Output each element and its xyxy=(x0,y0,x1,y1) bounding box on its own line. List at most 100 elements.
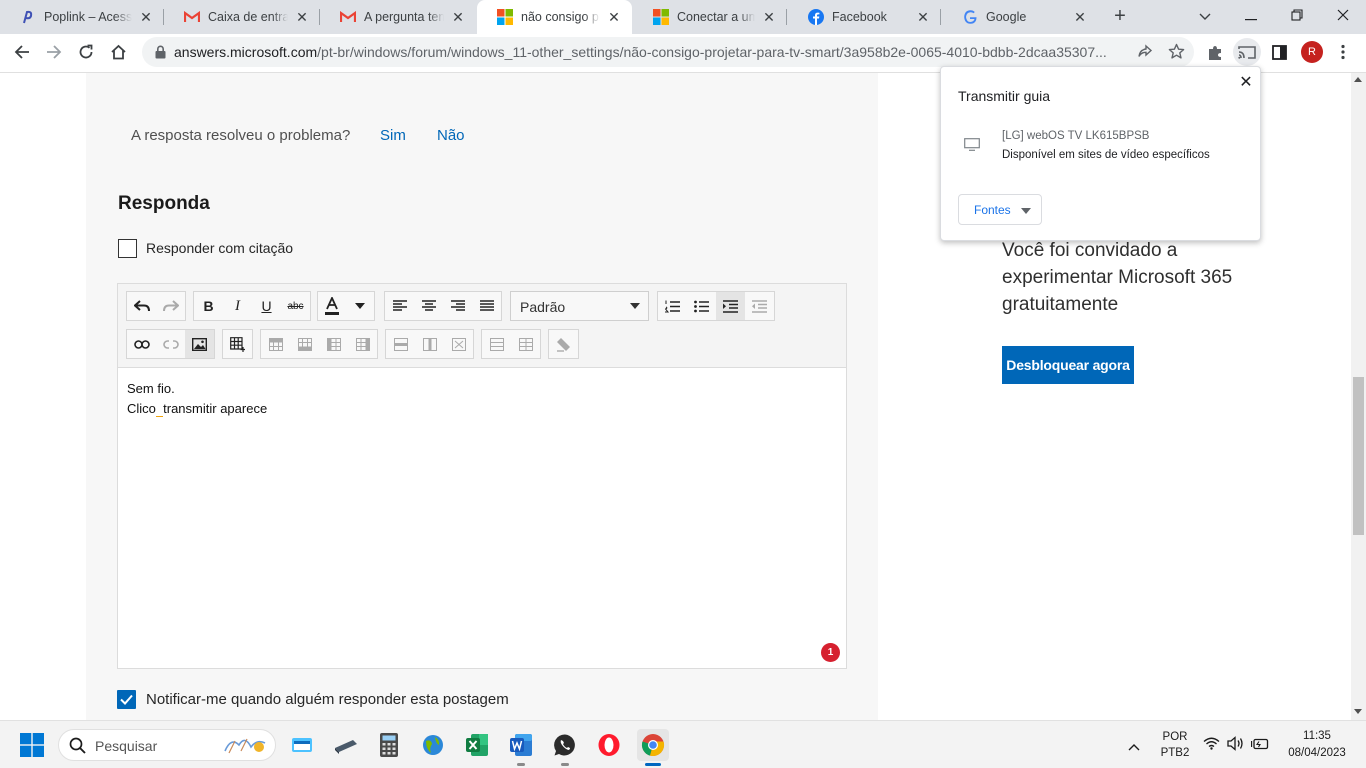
wifi-icon[interactable] xyxy=(1203,737,1220,753)
clock-time[interactable]: 11:35 xyxy=(1280,730,1354,742)
close-icon[interactable]: ✕ xyxy=(1237,74,1255,92)
home-button[interactable] xyxy=(104,38,132,66)
merge-cells-icon[interactable] xyxy=(482,330,511,358)
input-language[interactable]: POR xyxy=(1158,731,1192,743)
tab-gmail-inbox[interactable]: Caixa de entrada ✕ xyxy=(164,0,320,34)
bold-icon[interactable]: B xyxy=(194,292,223,320)
new-tab-button[interactable]: + xyxy=(1108,5,1132,29)
split-cells-icon[interactable] xyxy=(511,330,540,358)
battery-icon[interactable] xyxy=(1250,738,1269,753)
close-icon[interactable]: ✕ xyxy=(915,9,931,25)
tab-search-button[interactable] xyxy=(1182,0,1228,34)
insert-table-icon[interactable] xyxy=(223,330,252,358)
redo-icon[interactable] xyxy=(156,292,185,320)
notify-me-label[interactable]: Notificar-me quando alguém responder est… xyxy=(146,691,509,708)
strikethrough-icon[interactable]: abc xyxy=(281,292,310,320)
image-icon[interactable] xyxy=(185,330,214,358)
start-button[interactable] xyxy=(16,729,48,761)
chrome-app[interactable] xyxy=(637,729,669,761)
scroll-down-icon[interactable] xyxy=(1354,709,1362,714)
align-left-icon[interactable] xyxy=(385,292,414,320)
file-explorer-app[interactable] xyxy=(286,729,318,761)
helpful-yes-link[interactable]: Sim xyxy=(380,127,406,144)
keyboard-layout[interactable]: PTB2 xyxy=(1158,747,1192,759)
clock-date[interactable]: 08/04/2023 xyxy=(1280,747,1354,759)
close-icon[interactable]: ✕ xyxy=(294,9,310,25)
insert-column-right-icon[interactable] xyxy=(348,330,377,358)
undo-icon[interactable] xyxy=(127,292,156,320)
paragraph-style-select[interactable]: Padrão xyxy=(510,291,649,321)
close-icon[interactable]: ✕ xyxy=(761,9,777,25)
lock-icon[interactable] xyxy=(155,45,166,62)
extensions-button[interactable] xyxy=(1201,38,1229,66)
cast-device-name[interactable]: [LG] webOS TV LK615BPSB xyxy=(1002,130,1149,142)
tab-facebook[interactable]: Facebook ✕ xyxy=(788,0,941,34)
back-button[interactable] xyxy=(8,38,36,66)
close-icon[interactable]: ✕ xyxy=(1072,9,1088,25)
cast-sources-button[interactable]: Fontes xyxy=(958,194,1042,225)
clear-formatting-icon[interactable] xyxy=(549,330,578,358)
outdent-icon[interactable] xyxy=(745,292,774,320)
helpful-no-link[interactable]: Não xyxy=(437,127,465,144)
indent-icon[interactable] xyxy=(716,292,745,320)
whatsapp-icon xyxy=(554,734,575,756)
tab-active-microsoft-answers[interactable]: não consigo proj ✕ xyxy=(477,0,632,34)
editor-content[interactable]: Sem fio. Clico transmitir aparece xyxy=(127,379,267,419)
reload-button[interactable] xyxy=(72,38,100,66)
unlock-now-button[interactable]: Desbloquear agora xyxy=(1002,346,1134,384)
whatsapp-app[interactable] xyxy=(549,729,581,761)
bookmark-star-icon[interactable] xyxy=(1168,43,1185,63)
notify-me-checkbox[interactable] xyxy=(117,690,136,709)
side-panel-button[interactable] xyxy=(1265,38,1293,66)
delete-row-icon[interactable] xyxy=(386,330,415,358)
restore-button[interactable] xyxy=(1274,0,1320,34)
volume-icon[interactable] xyxy=(1227,736,1244,754)
close-icon[interactable]: ✕ xyxy=(606,9,622,25)
cast-button[interactable] xyxy=(1233,38,1261,66)
close-window-button[interactable] xyxy=(1320,0,1366,34)
notification-badge[interactable]: 1 xyxy=(821,643,840,662)
close-icon[interactable]: ✕ xyxy=(450,9,466,25)
menu-button[interactable] xyxy=(1329,38,1357,66)
tab-gmail-question[interactable]: A pergunta tem u ✕ xyxy=(320,0,476,34)
bullet-list-icon[interactable] xyxy=(687,292,716,320)
link-icon[interactable] xyxy=(127,330,156,358)
reply-with-quote-checkbox[interactable] xyxy=(118,239,137,258)
unlink-icon[interactable] xyxy=(156,330,185,358)
tab-google[interactable]: Google ✕ xyxy=(942,0,1098,34)
insert-column-left-icon[interactable] xyxy=(319,330,348,358)
tab-poplink[interactable]: Poplink – Acesse ✕ xyxy=(0,0,164,34)
word-app[interactable] xyxy=(505,729,537,761)
numbered-list-icon[interactable] xyxy=(658,292,687,320)
forward-button[interactable] xyxy=(40,38,68,66)
rich-text-editor[interactable]: B I U abc Padrão Sem fio. Clico transmit… xyxy=(117,283,847,669)
share-icon[interactable] xyxy=(1137,44,1153,63)
tab-connect-microsoft[interactable]: Conectar a um p ✕ xyxy=(633,0,787,34)
font-color-dropdown-icon[interactable] xyxy=(346,292,374,320)
underline-icon[interactable]: U xyxy=(252,292,281,320)
scanner-app[interactable] xyxy=(330,729,362,761)
insert-row-above-icon[interactable] xyxy=(261,330,290,358)
page-scrollbar[interactable] xyxy=(1351,73,1366,720)
insert-row-below-icon[interactable] xyxy=(290,330,319,358)
close-icon[interactable]: ✕ xyxy=(138,9,154,25)
opera-app[interactable] xyxy=(593,729,625,761)
delete-table-icon[interactable] xyxy=(444,330,473,358)
scroll-up-icon[interactable] xyxy=(1354,77,1362,82)
minimize-button[interactable] xyxy=(1228,0,1274,34)
address-bar[interactable]: answers.microsoft.com/pt-br/windows/foru… xyxy=(142,37,1194,67)
chevron-up-icon[interactable] xyxy=(1128,739,1140,754)
taskbar-search[interactable]: Pesquisar xyxy=(58,729,276,761)
scrollbar-thumb[interactable] xyxy=(1353,377,1364,535)
align-center-icon[interactable] xyxy=(414,292,443,320)
italic-icon[interactable]: I xyxy=(223,292,252,320)
font-color-icon[interactable] xyxy=(318,292,346,320)
delete-column-icon[interactable] xyxy=(415,330,444,358)
weather-app[interactable] xyxy=(417,729,449,761)
align-justify-icon[interactable] xyxy=(472,292,501,320)
profile-avatar[interactable]: R xyxy=(1301,41,1323,63)
reply-with-quote-label[interactable]: Responder com citação xyxy=(146,240,293,256)
excel-app[interactable] xyxy=(461,729,493,761)
align-right-icon[interactable] xyxy=(443,292,472,320)
calculator-app[interactable] xyxy=(373,729,405,761)
